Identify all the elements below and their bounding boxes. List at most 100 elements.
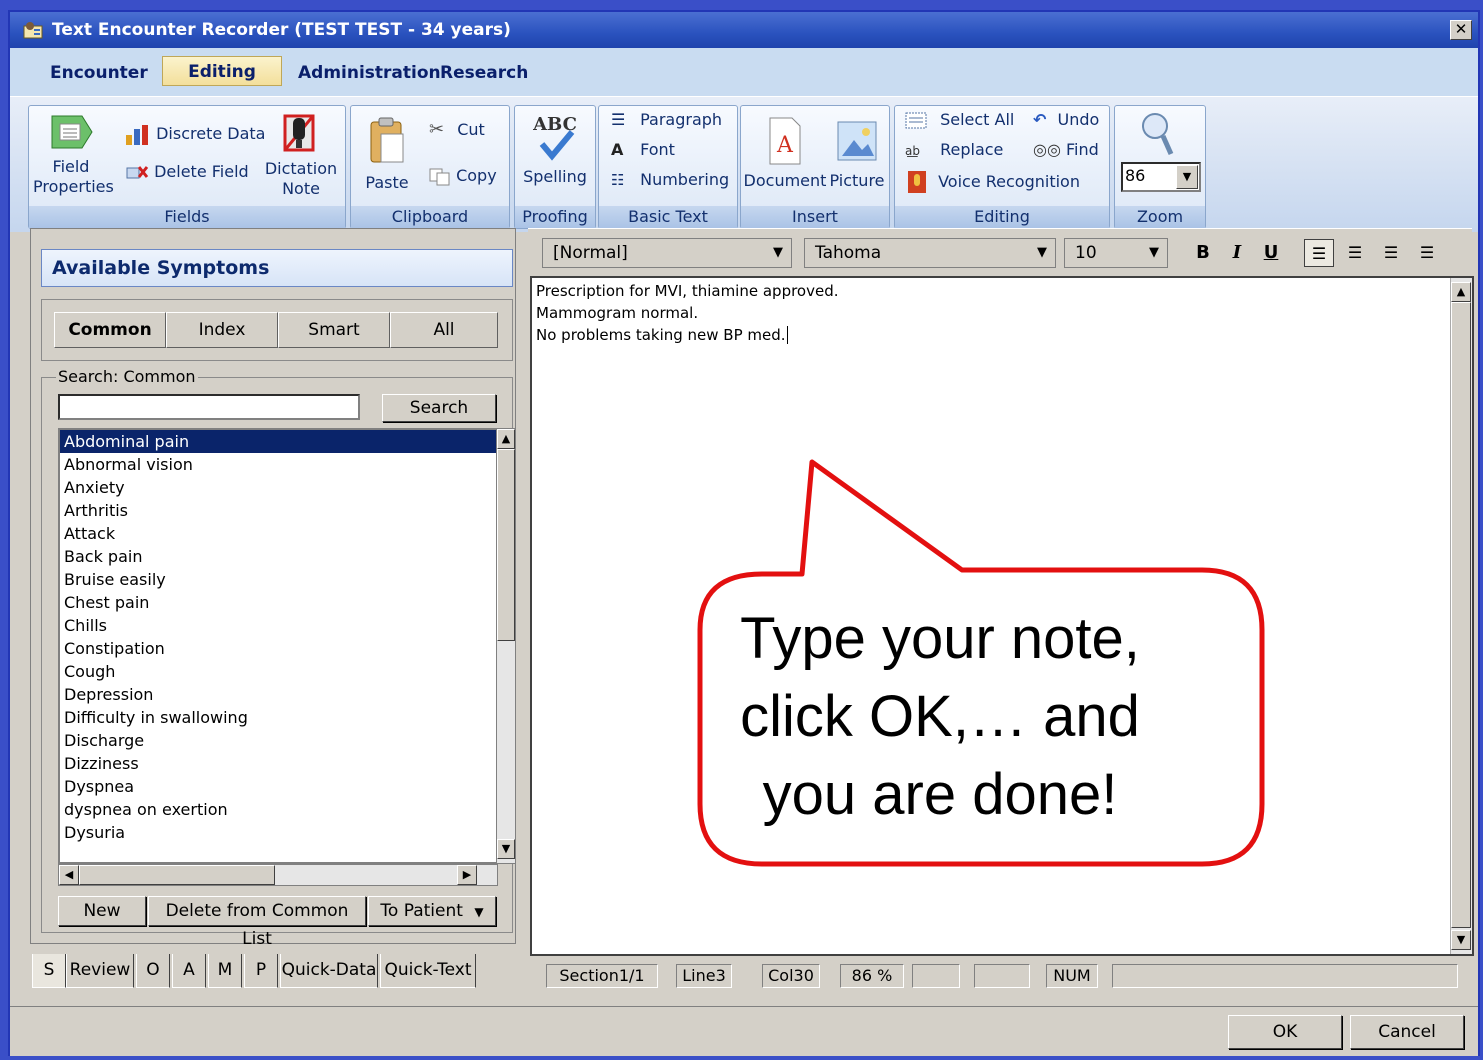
discrete-data-button[interactable]: Discrete Data [125,124,265,145]
tab-o[interactable]: O [136,954,170,988]
paste-button[interactable]: Paste [359,116,415,193]
field-properties-button[interactable]: Field Properties [33,112,114,197]
find-button[interactable]: ◎◎ Find [1033,140,1099,160]
list-item[interactable]: Abnormal vision [60,453,496,476]
scroll-up-arrow[interactable]: ▲ [497,429,515,449]
list-item[interactable]: Difficulty in swallowing [60,706,496,729]
status-empty-3 [1112,964,1458,988]
list-item[interactable]: Dizziness [60,752,496,775]
list-item[interactable]: Depression [60,683,496,706]
italic-button[interactable]: I [1222,239,1252,267]
align-center-button[interactable]: ☰ [1340,239,1370,267]
list-item[interactable]: Arthritis [60,499,496,522]
font-button[interactable]: A Font [611,140,675,160]
tab-s[interactable]: S [32,954,66,988]
h-scroll-thumb[interactable] [79,865,275,885]
tab-review[interactable]: Review [66,954,134,988]
align-left-button[interactable]: ☰ [1304,239,1334,267]
to-patient-button[interactable]: To Patient ▼ [368,896,496,926]
justify-button[interactable]: ☰ [1412,239,1442,267]
filter-smart-tab[interactable]: Smart [278,312,390,348]
replace-button[interactable]: a͟b Replace [905,140,1003,161]
cancel-button[interactable]: Cancel [1350,1015,1464,1049]
scroll-thumb[interactable] [497,449,515,641]
numbering-button[interactable]: ☷ Numbering [611,170,729,190]
delete-field-button[interactable]: Delete Field [125,162,249,182]
filter-common-tab[interactable]: Common [54,312,166,348]
list-item[interactable]: dyspnea on exertion [60,798,496,821]
menu-editing[interactable]: Editing [162,56,282,86]
menu-encounter[interactable]: Encounter [36,58,162,88]
ok-button[interactable]: OK [1228,1015,1342,1049]
tab-m[interactable]: M [208,954,242,988]
window-title: Text Encounter Recorder (TEST TEST - 34 … [52,20,511,40]
voice-recognition-icon [908,171,926,193]
tab-quick-data[interactable]: Quick-Data [280,954,378,988]
status-col: Col30 [762,964,820,988]
insert-picture-button[interactable]: Picture [829,116,885,191]
tab-a[interactable]: A [172,954,206,988]
style-dropdown-arrow[interactable]: ▼ [767,241,789,265]
list-vertical-scrollbar[interactable]: ▲ ▼ [496,428,516,864]
list-item[interactable]: Chills [60,614,496,637]
size-dropdown-arrow[interactable]: ▼ [1143,241,1165,265]
list-item[interactable]: Discharge [60,729,496,752]
select-all-button[interactable]: Select All [905,110,1014,130]
list-item[interactable]: Anxiety [60,476,496,499]
cut-button[interactable]: ✂ Cut [429,120,485,140]
note-editor[interactable]: Prescription for MVI, thiamine approved.… [530,276,1474,956]
status-empty-2 [974,964,1030,988]
underline-button[interactable]: U [1256,239,1286,267]
paragraph-button[interactable]: ☰ Paragraph [611,110,722,130]
align-center-icon: ☰ [1347,243,1363,262]
list-item[interactable]: Bruise easily [60,568,496,591]
close-button[interactable]: ✕ [1450,20,1472,40]
font-size-select[interactable]: 10 ▼ [1064,238,1168,268]
list-item[interactable]: Constipation [60,637,496,660]
filter-index-tab[interactable]: Index [166,312,278,348]
list-item[interactable]: Attack [60,522,496,545]
list-item[interactable]: Dysuria [60,821,496,844]
editor-scroll-down[interactable]: ▼ [1451,930,1471,950]
spelling-button[interactable]: ABC Spelling [519,112,591,187]
scroll-right-arrow[interactable]: ▶ [457,865,477,885]
symptom-list[interactable]: Abdominal pain Abnormal vision Anxiety Arth… [58,428,496,864]
status-bar: Section1/1 Line3 Col30 86 % NUM [528,956,1472,992]
list-item[interactable]: Abdominal pain [60,430,496,453]
scroll-left-arrow[interactable]: ◀ [59,865,79,885]
copy-icon [429,168,450,185]
list-item[interactable]: Dyspnea [60,775,496,798]
symptom-search-input[interactable] [58,394,360,420]
list-item[interactable]: Cough [60,660,496,683]
editor-line-2: Mammogram normal. [536,304,699,322]
insert-document-button[interactable]: A Document [743,116,827,191]
delete-from-common-button[interactable]: Delete from Common List [148,896,366,949]
zoom-dropdown-arrow[interactable]: ▼ [1176,165,1198,189]
voice-recognition-button[interactable]: Voice Recognition [905,170,1080,194]
search-legend: Search: Common [56,367,198,386]
undo-button[interactable]: ↶ Undo [1033,110,1099,130]
font-dropdown-arrow[interactable]: ▼ [1031,241,1053,265]
style-select[interactable]: [Normal] ▼ [542,238,792,268]
zoom-select[interactable]: 86 ▼ [1121,162,1201,192]
copy-button[interactable]: Copy [429,166,497,186]
editor-vertical-scrollbar[interactable]: ▲ ▼ [1450,278,1472,954]
fields-group-label: Fields [29,206,345,228]
align-right-button[interactable]: ☰ [1376,239,1406,267]
symptom-filter-group: Common Index Smart All [41,299,513,361]
dictation-note-button[interactable]: Dictation Note [263,112,339,199]
tab-p[interactable]: P [244,954,278,988]
font-select[interactable]: Tahoma ▼ [804,238,1056,268]
tab-quick-text[interactable]: Quick-Text [380,954,476,988]
list-horizontal-scrollbar[interactable]: ◀ ▶ [58,864,498,886]
scroll-down-arrow[interactable]: ▼ [497,839,515,859]
new-symptom-button[interactable]: New [58,896,146,926]
editor-scroll-thumb[interactable] [1451,302,1471,928]
editor-scroll-up[interactable]: ▲ [1451,282,1471,302]
search-button[interactable]: Search [382,394,496,422]
menu-research[interactable]: Research [426,58,542,88]
bold-button[interactable]: B [1188,239,1218,267]
filter-all-tab[interactable]: All [390,312,498,348]
list-item[interactable]: Back pain [60,545,496,568]
list-item[interactable]: Chest pain [60,591,496,614]
